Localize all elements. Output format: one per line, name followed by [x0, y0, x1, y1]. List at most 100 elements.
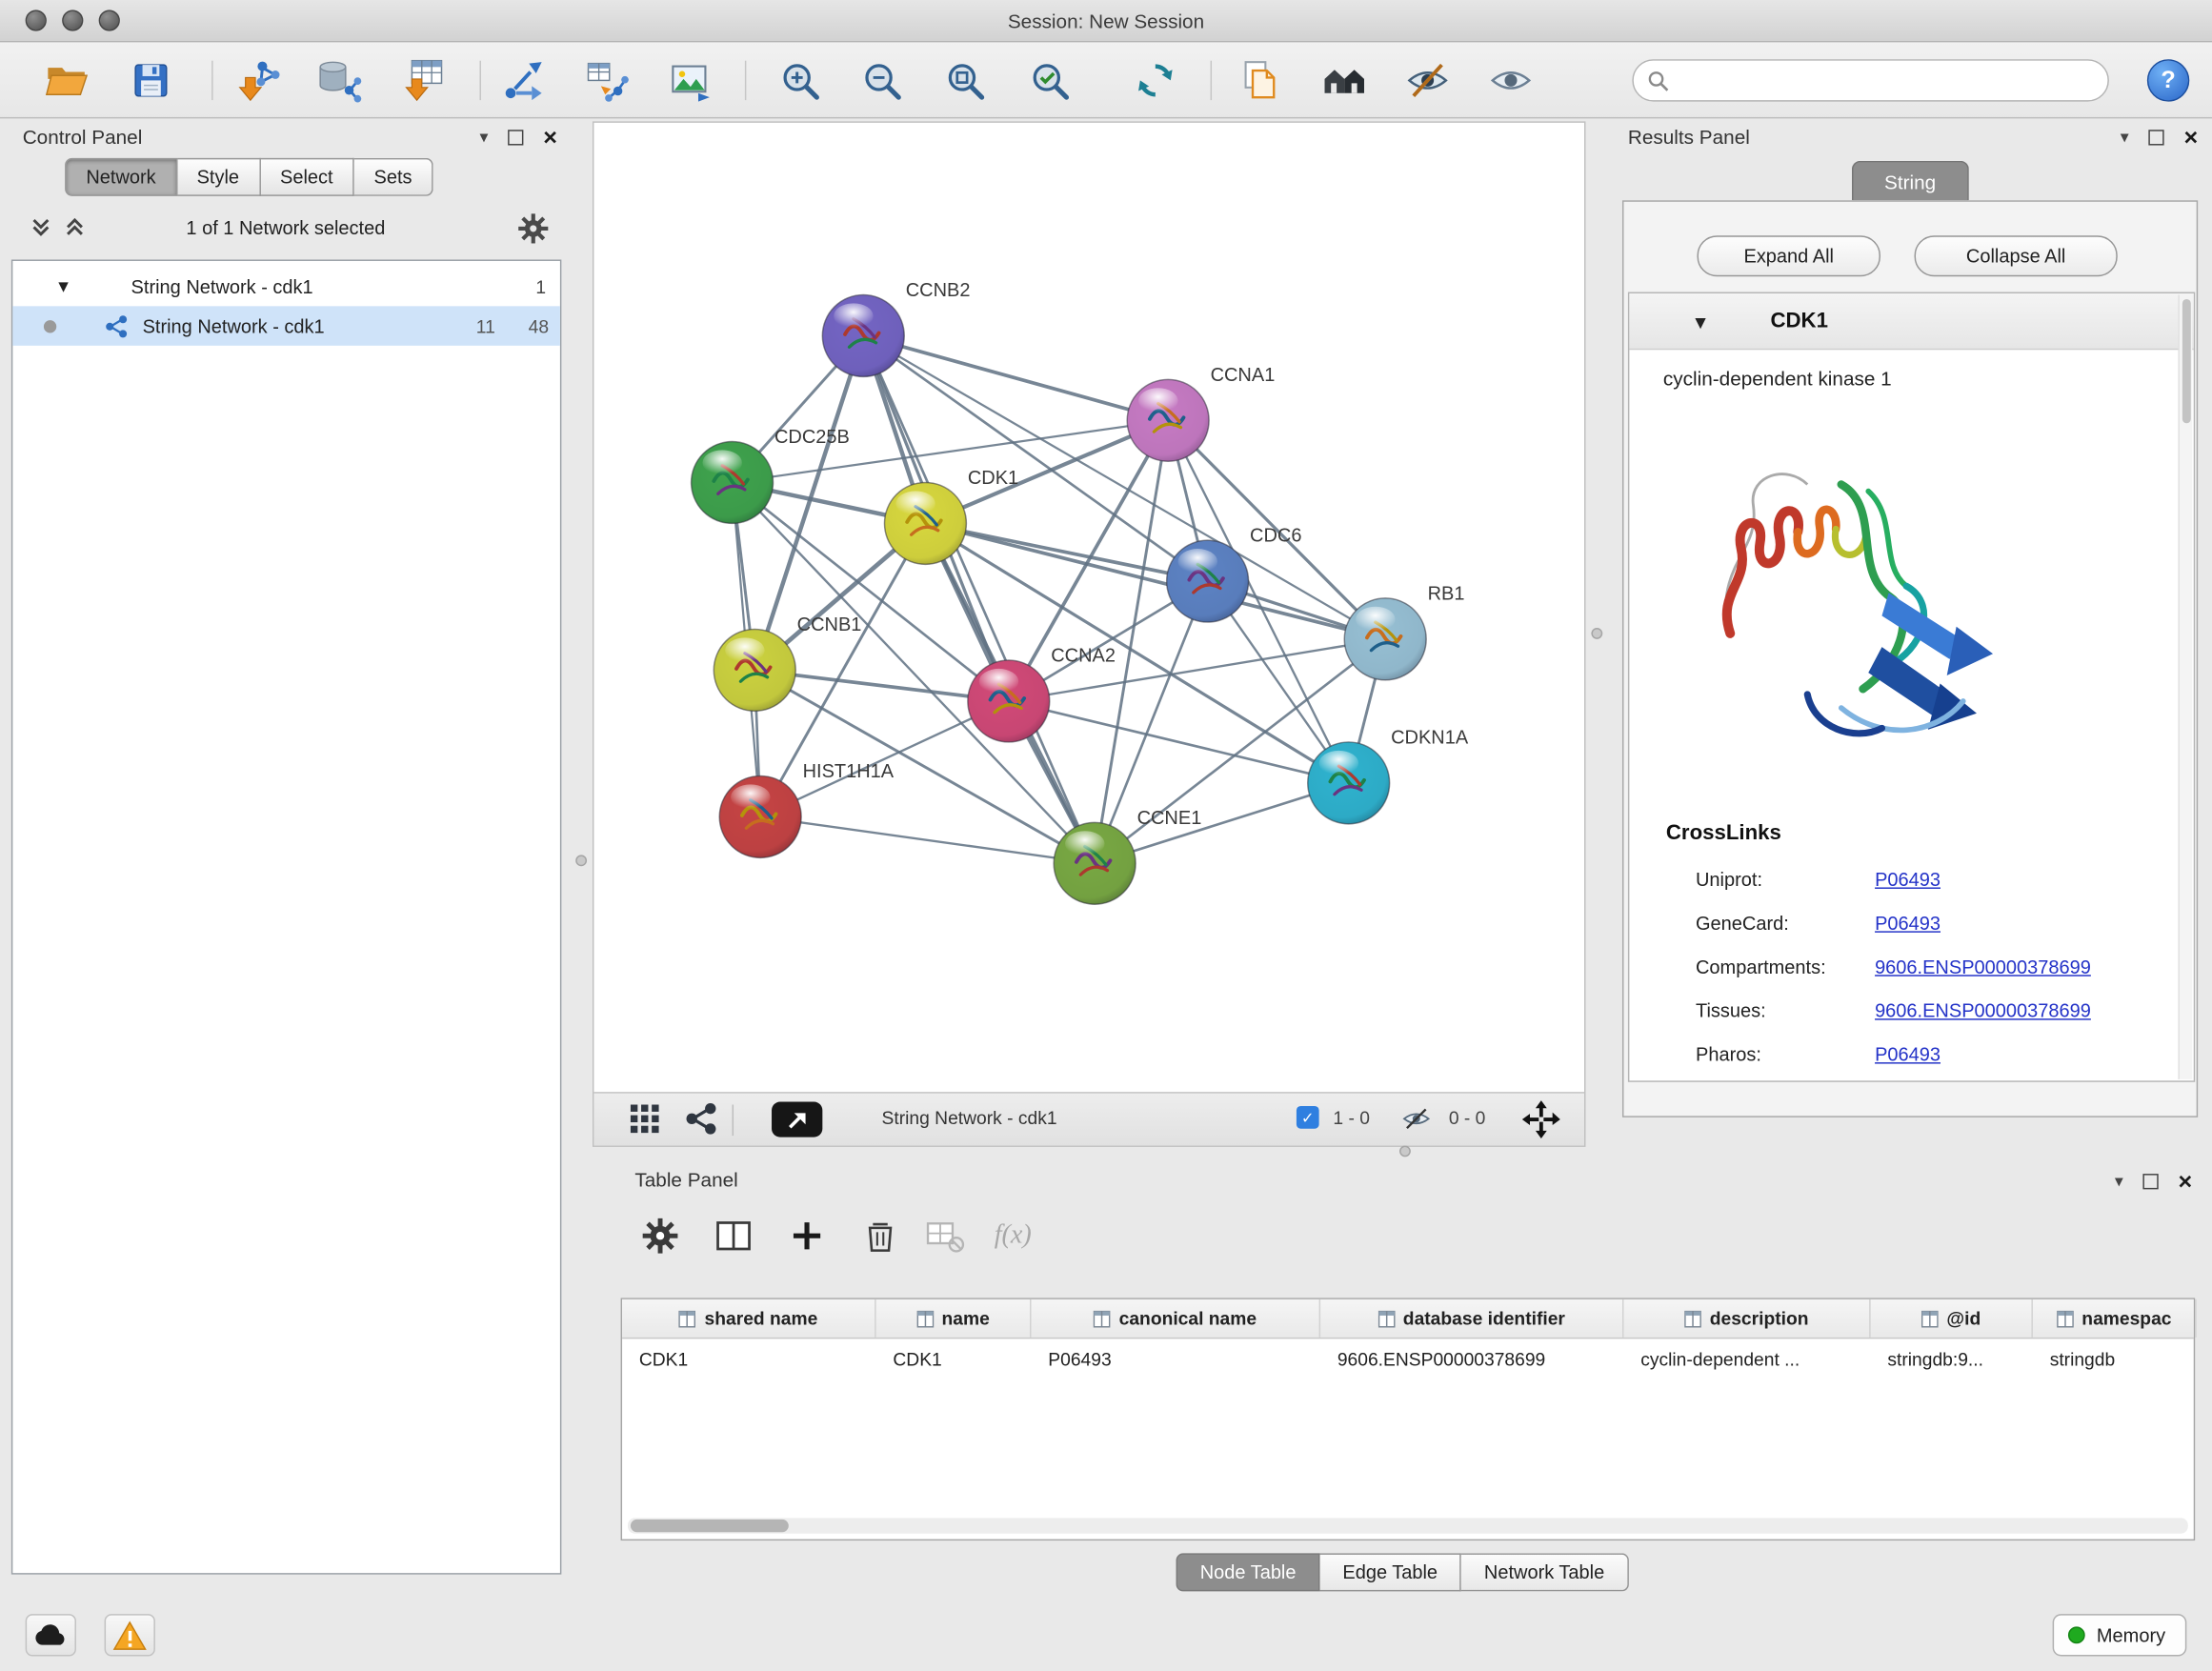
left-splitter-handle[interactable] — [575, 855, 587, 866]
zoom-fit-button[interactable] — [938, 55, 992, 106]
network-node-CDKN1A[interactable] — [1308, 742, 1390, 824]
table-cell[interactable]: stringdb — [2033, 1339, 2197, 1378]
panel-float-icon[interactable] — [2148, 129, 2163, 144]
network-edge-CDK1-RB1[interactable] — [925, 523, 1385, 638]
window-close-button[interactable] — [26, 10, 47, 30]
crosslink-link[interactable]: 9606.ENSP00000378699 — [1875, 1000, 2091, 1021]
apply-layout-button[interactable] — [1129, 55, 1182, 106]
search-input[interactable] — [1678, 64, 2108, 98]
column-header-database-identifier[interactable]: database identifier — [1320, 1299, 1623, 1338]
network-node-CDC25B[interactable] — [692, 442, 774, 524]
copy-button[interactable] — [1233, 55, 1286, 106]
network-node-CCNA2[interactable] — [968, 660, 1050, 742]
network-edge-CCNB2-CCNE1[interactable] — [863, 335, 1095, 863]
panel-float-icon[interactable] — [508, 129, 523, 144]
open-session-button[interactable] — [39, 55, 92, 106]
import-table-button[interactable] — [398, 55, 452, 106]
table-cell[interactable]: CDK1 — [622, 1339, 876, 1378]
network-node-RB1[interactable] — [1344, 598, 1426, 680]
table-options-button[interactable] — [634, 1211, 685, 1261]
results-scrollbar-thumb[interactable] — [2182, 299, 2191, 423]
network-row-selected[interactable]: String Network - cdk1 11 48 — [12, 306, 560, 345]
expand-all-button[interactable]: Expand All — [1697, 235, 1880, 276]
zoom-in-button[interactable] — [774, 55, 827, 106]
collapse-all-button[interactable]: Collapse All — [1915, 235, 2118, 276]
tab-style[interactable]: Style — [177, 158, 260, 196]
panel-close-icon[interactable]: × — [2183, 125, 2198, 149]
network-node-CCNB1[interactable] — [714, 629, 795, 711]
import-network-from-file-button[interactable] — [231, 55, 285, 106]
table-cell[interactable]: 9606.ENSP00000378699 — [1320, 1339, 1623, 1378]
panel-menu-icon[interactable]: ▾ — [480, 129, 489, 146]
pan-button[interactable] — [1522, 1100, 1560, 1138]
network-node-CDC6[interactable] — [1167, 540, 1249, 622]
save-session-button[interactable] — [124, 55, 177, 106]
gene-entry-header[interactable]: ▼ CDK1 — [1629, 293, 2193, 350]
panel-menu-icon[interactable]: ▾ — [2121, 129, 2129, 146]
network-edge-CCNA2-CDKN1A[interactable] — [1009, 701, 1349, 783]
crosslink-link[interactable]: P06493 — [1875, 869, 1941, 890]
table-cell[interactable]: P06493 — [1032, 1339, 1321, 1378]
panel-float-icon[interactable] — [2143, 1173, 2159, 1188]
tab-edge-table[interactable]: Edge Table — [1320, 1553, 1462, 1591]
panel-close-icon[interactable]: × — [543, 125, 557, 149]
column-header-name[interactable]: name — [876, 1299, 1032, 1338]
scrollbar-thumb[interactable] — [631, 1520, 789, 1532]
new-network-from-table-button[interactable] — [580, 55, 633, 106]
grid-view-button[interactable] — [628, 1102, 662, 1137]
column-header-description[interactable]: description — [1623, 1299, 1870, 1338]
show-columns-button[interactable] — [708, 1211, 758, 1261]
table-row[interactable]: CDK1CDK1P064939606.ENSP00000378699cyclin… — [622, 1339, 2194, 1378]
warnings-button[interactable] — [105, 1614, 155, 1656]
network-node-CDK1[interactable] — [884, 482, 966, 564]
network-node-HIST1H1A[interactable] — [719, 775, 801, 857]
new-network-from-selection-button[interactable] — [496, 55, 550, 106]
results-scrollbar[interactable] — [2178, 294, 2192, 1078]
tab-select[interactable]: Select — [260, 158, 354, 196]
export-image-button[interactable] — [663, 55, 716, 106]
help-button[interactable]: ? — [2147, 59, 2189, 101]
column-header-shared-name[interactable]: shared name — [622, 1299, 876, 1338]
birdseye-toggle-button[interactable] — [772, 1102, 822, 1137]
window-zoom-button[interactable] — [99, 10, 120, 30]
memory-button[interactable]: Memory — [2053, 1614, 2186, 1656]
table-cell[interactable]: cyclin-dependent ... — [1623, 1339, 1870, 1378]
tab-network-table[interactable]: Network Table — [1461, 1553, 1628, 1591]
crosslink-link[interactable]: P06493 — [1875, 1044, 1941, 1065]
network-edge-CCNB2-CCNA1[interactable] — [863, 335, 1168, 420]
table-horizontal-scrollbar[interactable] — [628, 1518, 2188, 1533]
hide-graphics-details-button[interactable] — [1400, 55, 1454, 106]
network-canvas[interactable]: CCNB2CCNA1CDC25BCDK1CDC6RB1CCNB1CCNA2CDK… — [593, 121, 1586, 1147]
network-edge-HIST1H1A-CCNE1[interactable] — [760, 816, 1095, 863]
right-splitter-handle[interactable] — [1591, 628, 1602, 639]
window-minimize-button[interactable] — [62, 10, 83, 30]
network-node-CCNE1[interactable] — [1054, 822, 1136, 904]
show-graphics-details-button[interactable] — [1484, 55, 1538, 106]
birdseye-button[interactable] — [1317, 55, 1371, 106]
network-node-CCNA1[interactable] — [1127, 379, 1209, 461]
panel-close-icon[interactable]: × — [2179, 1169, 2193, 1193]
column-header--id[interactable]: @id — [1871, 1299, 2033, 1338]
table-cell[interactable]: stringdb:9... — [1871, 1339, 2033, 1378]
disclosure-triangle-icon[interactable]: ▼ — [55, 276, 72, 296]
column-header-namespac[interactable]: namespac — [2033, 1299, 2197, 1338]
horizontal-splitter-handle[interactable] — [1399, 1145, 1411, 1157]
table-cell[interactable]: CDK1 — [876, 1339, 1032, 1378]
import-network-from-database-button[interactable] — [312, 55, 365, 106]
tab-node-table[interactable]: Node Table — [1176, 1553, 1320, 1591]
network-node-CCNB2[interactable] — [822, 294, 904, 376]
network-view-share-button[interactable] — [684, 1102, 718, 1137]
network-collection-row[interactable]: ▼ String Network - cdk1 1 — [12, 267, 560, 306]
column-header-canonical-name[interactable]: canonical name — [1032, 1299, 1321, 1338]
panel-menu-icon[interactable]: ▾ — [2115, 1173, 2123, 1190]
zoom-selected-button[interactable] — [1023, 55, 1076, 106]
network-options-button[interactable] — [517, 213, 549, 245]
tab-sets[interactable]: Sets — [354, 158, 433, 196]
cloud-button[interactable] — [26, 1614, 76, 1656]
delete-column-button[interactable] — [855, 1211, 905, 1261]
create-column-button[interactable] — [781, 1211, 832, 1261]
zoom-out-button[interactable] — [855, 55, 908, 106]
crosslink-link[interactable]: 9606.ENSP00000378699 — [1875, 956, 2091, 977]
tab-string[interactable]: String — [1852, 161, 1968, 200]
crosslink-link[interactable]: P06493 — [1875, 913, 1941, 934]
